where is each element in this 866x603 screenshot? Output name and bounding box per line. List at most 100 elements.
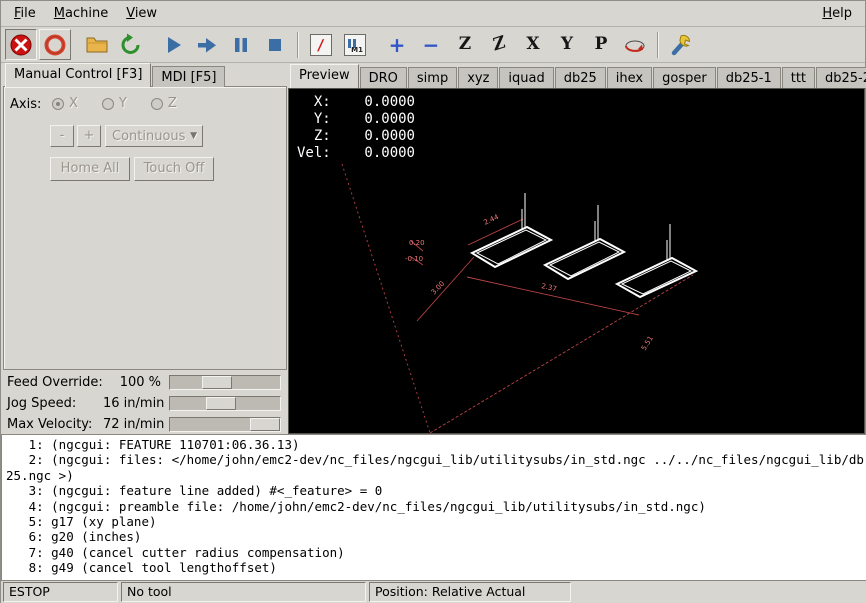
rotated-top-view-button[interactable]: Z [483, 29, 515, 60]
toggle-optional-pause-button[interactable]: M1 [339, 29, 371, 60]
menubar: File Machine View Help [1, 1, 865, 27]
jog-plus-button[interactable]: + [77, 125, 101, 147]
tab-db25[interactable]: db25 [555, 67, 606, 88]
control-panel: Manual Control [F3] MDI [F5] Axis: X Y Z… [3, 63, 287, 434]
readout-vel: Vel:0.0000 [297, 145, 415, 162]
feed-override-value: 100 % [103, 375, 169, 390]
axis-window: File Machine View Help [0, 0, 866, 603]
run-button[interactable] [157, 29, 189, 60]
menu-view[interactable]: View [117, 3, 166, 24]
tab-ttt[interactable]: ttt [782, 67, 815, 88]
tab-xyz[interactable]: xyz [458, 67, 498, 88]
axis-x-radio[interactable] [52, 98, 64, 110]
axis-y-radio[interactable] [102, 98, 114, 110]
tab-dro[interactable]: DRO [360, 67, 407, 88]
gcode-line[interactable]: 1: (ngcgui: FEATURE 110701:06.36.13) [6, 437, 866, 452]
gcode-line[interactable]: 3: (ngcgui: feature line added) #<_featu… [6, 483, 866, 498]
pause-button[interactable] [225, 29, 257, 60]
jog-speed-thumb[interactable] [206, 397, 236, 410]
readout-x: X:0.0000 [297, 94, 415, 111]
axis-label: Axis: [10, 97, 41, 112]
jog-mode-combobox[interactable]: Continuous ▼ [105, 125, 203, 147]
dim-neg-0-10: -0.10 [405, 255, 423, 263]
feed-override-slider[interactable] [169, 375, 281, 390]
tab-db25-1[interactable]: db25-1 [717, 67, 781, 88]
dim-3-00: 3.00 [430, 280, 447, 297]
tab-simp[interactable]: simp [408, 67, 457, 88]
preview-canvas[interactable]: 2.44 0.20 -0.10 3.00 2.37 5.51 [288, 88, 865, 434]
tab-iquad[interactable]: iquad [499, 67, 553, 88]
status-machine-state: ESTOP [3, 582, 118, 602]
machine-power-icon [42, 32, 68, 58]
position-readout: X:0.0000 Y:0.0000 Z:0.0000 Vel:0.0000 [297, 94, 415, 162]
toolpath-geometry [472, 193, 696, 297]
axis-x-label: X [69, 96, 78, 111]
front-view-button[interactable]: Y [551, 29, 583, 60]
jog-minus-button[interactable]: - [50, 125, 74, 147]
touch-off-button[interactable]: Touch Off [134, 157, 214, 181]
gcode-line[interactable]: 5: g17 (xy plane) [6, 514, 866, 529]
tools-button[interactable] [665, 29, 697, 60]
jog-speed-row: Jog Speed: 16 in/min [3, 393, 287, 413]
perspective-view-button[interactable]: P [585, 29, 617, 60]
tab-gosper[interactable]: gosper [653, 67, 716, 88]
perspective-view-icon: P [595, 36, 608, 53]
preview-tabs: Preview DRO simp xyz iquad db25 ihex gos… [288, 63, 865, 88]
zoom-in-icon: + [389, 35, 406, 55]
stop-icon [262, 32, 288, 58]
menu-help[interactable]: Help [813, 3, 861, 24]
open-file-button[interactable] [81, 29, 113, 60]
rotate-mode-button[interactable] [619, 29, 651, 60]
status-position-mode: Position: Relative Actual [369, 582, 571, 602]
skip-lines-icon: / [310, 34, 332, 56]
gcode-listing: 1: (ngcgui: FEATURE 110701:06.36.13) 2: … [1, 434, 866, 581]
reload-icon [118, 32, 144, 58]
rotate-icon [622, 32, 648, 58]
toolbar: / M1 + − Z Z X Y P [1, 27, 865, 63]
feed-override-label: Feed Override: [3, 375, 103, 390]
side-view-button[interactable]: X [517, 29, 549, 60]
menu-file[interactable]: File [5, 3, 45, 24]
home-all-button[interactable]: Home All [50, 157, 130, 181]
axis-y-label: Y [119, 96, 127, 111]
jog-speed-value: 16 in/min [103, 396, 169, 411]
gcode-line[interactable]: 4: (ngcgui: preamble file: /home/john/em… [6, 499, 866, 514]
max-velocity-thumb[interactable] [250, 418, 280, 431]
jog-speed-slider[interactable] [169, 396, 281, 411]
rotated-top-view-icon: Z [492, 34, 507, 55]
axis-z-radio[interactable] [151, 98, 163, 110]
max-velocity-slider[interactable] [169, 417, 281, 432]
feed-override-thumb[interactable] [202, 376, 232, 389]
stop-button[interactable] [259, 29, 291, 60]
tab-db25-2[interactable]: db25-2 [816, 67, 866, 88]
readout-z: Z:0.0000 [297, 128, 415, 145]
tab-manual-control[interactable]: Manual Control [F3] [5, 63, 151, 87]
step-button[interactable] [191, 29, 223, 60]
wrench-icon [668, 32, 694, 58]
top-view-button[interactable]: Z [449, 29, 481, 60]
tab-mdi[interactable]: MDI [F5] [152, 66, 225, 87]
estop-button[interactable] [5, 29, 37, 60]
gcode-line[interactable]: 2: (ngcgui: files: </home/john/emc2-dev/… [6, 452, 866, 483]
axis-z-label: Z [168, 96, 177, 111]
toolbar-separator [657, 32, 659, 58]
toolbar-separator [297, 32, 299, 58]
reload-button[interactable] [115, 29, 147, 60]
tab-preview[interactable]: Preview [290, 64, 359, 88]
max-velocity-value: 72 in/min [103, 417, 169, 432]
tab-ihex[interactable]: ihex [607, 67, 652, 88]
toggle-skip-lines-button[interactable]: / [305, 29, 337, 60]
dim-2-44: 2.44 [482, 213, 500, 227]
gcode-line[interactable]: 7: g40 (cancel cutter radius compensatio… [6, 545, 866, 560]
machine-power-button[interactable] [39, 29, 71, 60]
menu-machine[interactable]: Machine [45, 3, 117, 24]
zoom-out-button[interactable]: − [415, 29, 447, 60]
feed-override-row: Feed Override: 100 % [3, 372, 287, 392]
control-tabs: Manual Control [F3] MDI [F5] [3, 63, 287, 87]
readout-y: Y:0.0000 [297, 111, 415, 128]
gcode-line[interactable]: 8: g49 (cancel tool lengthoffset) [6, 560, 866, 575]
gcode-line[interactable]: 6: g20 (inches) [6, 529, 866, 544]
dim-2-37: 2.37 [541, 282, 558, 293]
pause-icon [228, 32, 254, 58]
zoom-in-button[interactable]: + [381, 29, 413, 60]
